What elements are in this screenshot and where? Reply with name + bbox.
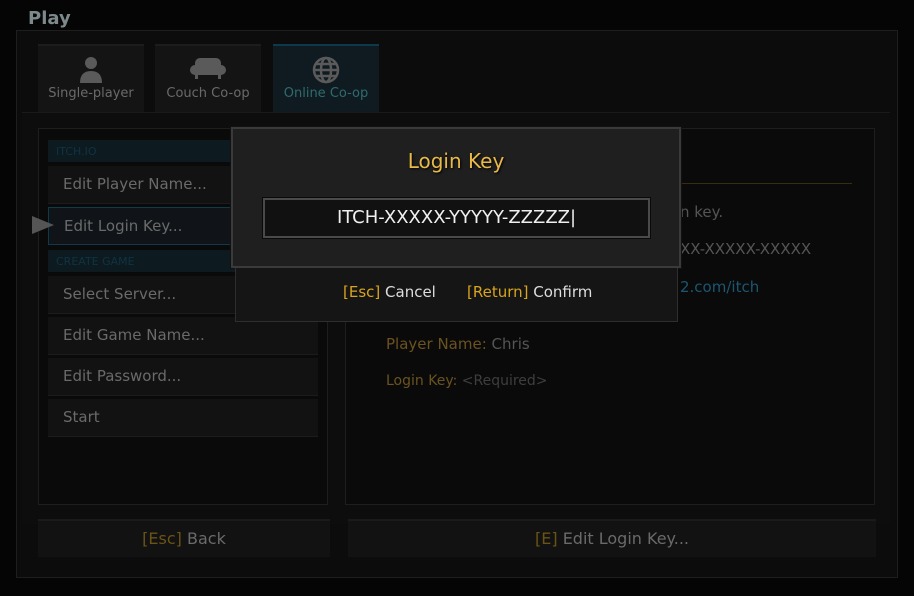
selection-arrow-icon	[32, 216, 54, 234]
tab-label: Online Co-op	[283, 86, 369, 101]
page-title: Play	[28, 8, 71, 29]
tab-label: Couch Co-op	[166, 86, 250, 101]
button-label: Confirm	[533, 283, 593, 301]
key-hint: [Return]	[467, 283, 529, 301]
dialog-actions: [Esc] Cancel [Return] Confirm	[235, 268, 678, 322]
key-hint: [Esc]	[142, 529, 182, 548]
login-key-value: <Required>	[461, 373, 548, 389]
confirm-button[interactable]: [Return] Confirm	[467, 283, 592, 301]
info-text-fragment: n key.	[680, 203, 724, 221]
divider	[680, 183, 852, 184]
key-hint: [E]	[535, 529, 558, 548]
player-name-row: Player Name: Chris	[386, 335, 530, 353]
login-key-dialog: Login Key ITCH-XXXXX-YYYYY-ZZZZZ|	[231, 127, 681, 268]
tab-online-coop[interactable]: Online Co-op	[273, 44, 379, 112]
couch-icon	[155, 46, 261, 86]
globe-icon	[273, 46, 379, 86]
login-key-row: Login Key: <Required>	[386, 373, 548, 389]
player-name-value: Chris	[491, 335, 530, 353]
login-key-input[interactable]: ITCH-XXXXX-YYYYY-ZZZZZ|	[262, 197, 651, 239]
menu-item-edit-game-name[interactable]: Edit Game Name...	[48, 317, 318, 355]
menu-item-start[interactable]: Start	[48, 399, 318, 437]
button-label: Edit Login Key...	[562, 529, 689, 548]
player-name-label: Player Name:	[386, 335, 487, 353]
login-key-label: Login Key:	[386, 373, 458, 389]
key-format-fragment: XX-XXXXX-XXXXX	[680, 240, 812, 258]
tab-couch-coop[interactable]: Couch Co-op	[155, 44, 261, 112]
cancel-button[interactable]: [Esc] Cancel	[343, 283, 436, 301]
edit-login-key-button[interactable]: [E] Edit Login Key...	[348, 519, 876, 557]
dialog-title: Login Key	[407, 149, 505, 173]
menu-item-edit-password[interactable]: Edit Password...	[48, 358, 318, 396]
tab-single-player[interactable]: Single-player	[38, 44, 144, 112]
back-button[interactable]: [Esc] Back	[38, 519, 330, 557]
key-hint: [Esc]	[343, 283, 381, 301]
tab-label: Single-player	[48, 86, 134, 101]
button-label: Cancel	[385, 283, 436, 301]
itch-link[interactable]: 2.com/itch	[680, 278, 759, 296]
person-icon	[38, 46, 144, 86]
button-label: Back	[186, 529, 226, 548]
